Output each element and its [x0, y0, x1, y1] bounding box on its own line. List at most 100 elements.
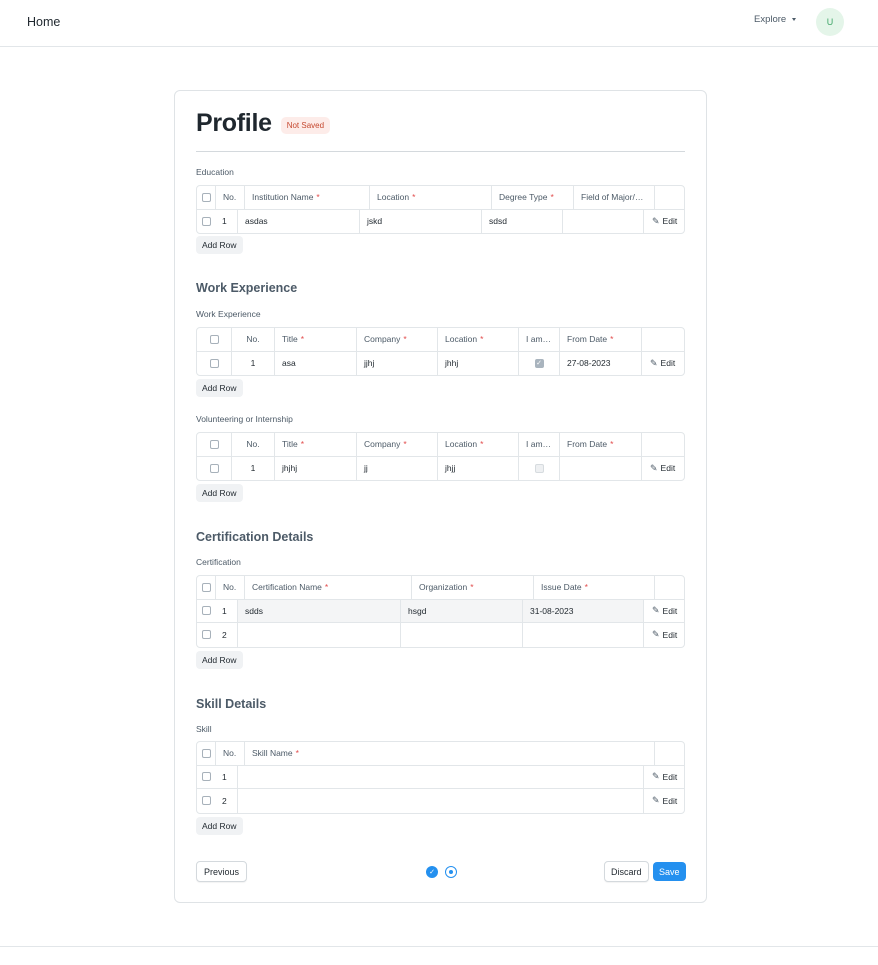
avatar[interactable]: U: [816, 8, 844, 36]
skill-name-cell[interactable]: [237, 765, 643, 788]
skills-section-title: Skill Details: [196, 697, 267, 711]
major-cell[interactable]: [562, 209, 643, 233]
row-checkbox[interactable]: [201, 606, 211, 616]
edit-row-button[interactable]: ✎ Edit: [643, 209, 686, 233]
work-add-row-button[interactable]: Add Row: [196, 379, 243, 397]
certification-name-cell[interactable]: [237, 623, 400, 647]
select-all-cell: [197, 186, 215, 209]
title-cell[interactable]: asa: [274, 351, 356, 375]
pencil-icon: ✎: [652, 771, 660, 782]
skill-name-cell[interactable]: [237, 789, 643, 813]
row-no: 2: [222, 629, 227, 640]
header-actions: [654, 742, 686, 765]
edit-row-button[interactable]: ✎ Edit: [643, 765, 686, 788]
header-company: Company *: [356, 433, 437, 456]
pencil-icon: ✎: [652, 629, 660, 640]
explore-label: Explore: [754, 14, 787, 25]
current-checkbox[interactable]: ✓: [534, 358, 544, 368]
header-actions: [641, 433, 686, 456]
step-indicator: ✓: [426, 866, 457, 878]
current-cell: ✓: [518, 351, 559, 375]
pencil-icon: ✎: [652, 795, 660, 806]
row-checkbox[interactable]: [201, 216, 211, 226]
header-from-date: From Date *: [559, 433, 641, 456]
volunteering-add-row-button[interactable]: Add Row: [196, 484, 243, 502]
issue-date-cell[interactable]: 31-08-2023: [522, 599, 643, 622]
header-from-date: From Date *: [559, 328, 641, 351]
work-section-title: Work Experience: [196, 281, 298, 295]
select-all-checkbox[interactable]: [209, 334, 219, 344]
status-badge: Not Saved: [280, 116, 331, 134]
table-row: 1 ✎ Edit: [197, 765, 686, 789]
save-button[interactable]: Save: [653, 862, 686, 881]
header-no: No.: [231, 328, 274, 351]
pencil-icon: ✎: [650, 357, 658, 368]
issue-date-cell[interactable]: [522, 623, 643, 647]
education-add-row-button[interactable]: Add Row: [196, 236, 243, 254]
header-no: No.: [215, 186, 244, 209]
header-location: Location *: [437, 433, 518, 456]
edit-row-button[interactable]: ✎ Edit: [643, 789, 686, 813]
row-checkbox[interactable]: [201, 630, 211, 640]
table-row: 2 ✎ Edit: [197, 789, 684, 813]
row-checkbox[interactable]: [209, 358, 219, 368]
header-title: Title *: [274, 328, 356, 351]
location-cell[interactable]: jskd: [359, 209, 481, 233]
header-location: Location *: [369, 186, 491, 209]
step-complete-icon[interactable]: ✓: [426, 866, 438, 878]
certification-add-row-button[interactable]: Add Row: [196, 651, 243, 669]
explore-dropdown[interactable]: Explore: [754, 14, 797, 25]
institution-cell[interactable]: asdas: [237, 209, 359, 233]
current-checkbox[interactable]: [534, 463, 544, 473]
pencil-icon: ✎: [652, 215, 660, 226]
location-cell[interactable]: jhjj: [437, 456, 518, 480]
organization-cell[interactable]: hsgd: [400, 599, 522, 622]
select-all-checkbox[interactable]: [201, 192, 211, 202]
title-cell[interactable]: jhjhj: [274, 456, 356, 480]
table-row: 2 ✎ Edit: [197, 623, 684, 647]
edit-row-button[interactable]: ✎ Edit: [641, 351, 686, 375]
select-all-checkbox[interactable]: [209, 439, 219, 449]
step-current-icon[interactable]: [445, 866, 457, 878]
from-date-cell[interactable]: 27-08-2023: [559, 351, 641, 375]
discard-button[interactable]: Discard: [604, 861, 649, 882]
row-checkbox[interactable]: [201, 772, 211, 782]
row-no: 1: [222, 216, 227, 227]
location-cell[interactable]: jhhj: [437, 351, 518, 375]
pencil-icon: ✎: [652, 605, 660, 616]
row-checkbox[interactable]: [209, 463, 219, 473]
header-certification-name: Certification Name *: [244, 576, 411, 599]
header-title: Title *: [274, 433, 356, 456]
previous-button[interactable]: Previous: [196, 861, 248, 882]
table-row: 1 asdas jskd sdsd ✎ Edit: [197, 209, 686, 233]
certification-label: Certification: [196, 557, 241, 567]
edit-row-button[interactable]: ✎ Edit: [641, 456, 686, 480]
table-row: 1 asa jjhj jhhj ✓ 27-08-2023 ✎ Edit: [197, 351, 686, 375]
education-label: Education: [196, 167, 234, 177]
caret-down-icon: [792, 18, 797, 21]
select-all-checkbox[interactable]: [201, 582, 211, 592]
company-cell[interactable]: jj: [356, 456, 437, 480]
header-actions: [654, 186, 686, 209]
certification-name-cell[interactable]: sdds: [237, 599, 400, 622]
company-cell[interactable]: jjhj: [356, 351, 437, 375]
degree-cell[interactable]: sdsd: [481, 209, 562, 233]
title-row: Profile Not Saved: [196, 109, 331, 138]
skills-add-row-button[interactable]: Add Row: [196, 817, 243, 835]
from-date-cell[interactable]: [559, 456, 641, 480]
header-institution: Institution Name *: [244, 186, 369, 209]
header-actions: [641, 328, 686, 351]
edit-row-button[interactable]: ✎ Edit: [643, 623, 686, 647]
nav-home-link[interactable]: Home: [27, 15, 60, 29]
row-checkbox[interactable]: [201, 796, 211, 806]
organization-cell[interactable]: [400, 623, 522, 647]
header-no: No.: [231, 433, 274, 456]
title-divider: [196, 151, 685, 152]
skills-table: No. Skill Name * 1 ✎ Edit 2 ✎ Edit: [196, 741, 685, 814]
work-label: Work Experience: [196, 309, 261, 319]
edit-row-button[interactable]: ✎ Edit: [643, 599, 686, 622]
header-current: I am…: [518, 433, 559, 456]
table-header: No. Title * Company * Location * I am… From…: [197, 328, 684, 352]
certification-table: No. Certification Name * Organization * Is…: [196, 575, 685, 648]
select-all-checkbox[interactable]: [201, 748, 211, 758]
